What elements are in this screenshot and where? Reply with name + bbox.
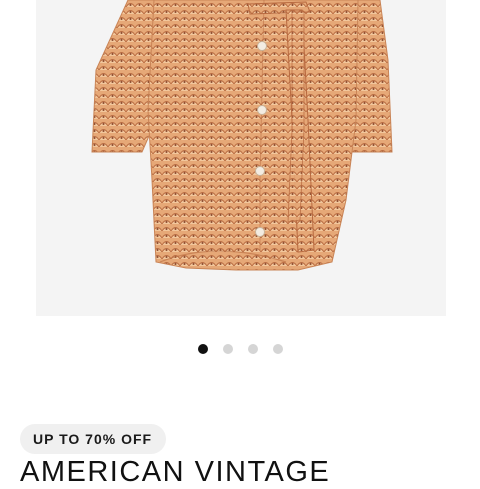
carousel-dot-1[interactable] (197, 344, 208, 354)
product-image[interactable] (36, 0, 446, 316)
dress-illustration (91, 0, 393, 271)
carousel-dot-2[interactable] (222, 344, 233, 354)
promo-badge: UP TO 70% OFF (20, 424, 167, 454)
dress-button-2 (257, 105, 267, 115)
dress-button-1 (257, 41, 267, 51)
promo-badge-label: UP TO 70% OFF (33, 431, 153, 447)
brand-name[interactable]: AMERICAN VINTAGE (20, 455, 330, 489)
carousel-dot-4[interactable] (272, 344, 283, 354)
image-carousel-dots (0, 344, 480, 354)
carousel-dot-3[interactable] (247, 344, 258, 354)
dress-button-3 (255, 166, 265, 176)
dress-button-4 (255, 227, 265, 237)
